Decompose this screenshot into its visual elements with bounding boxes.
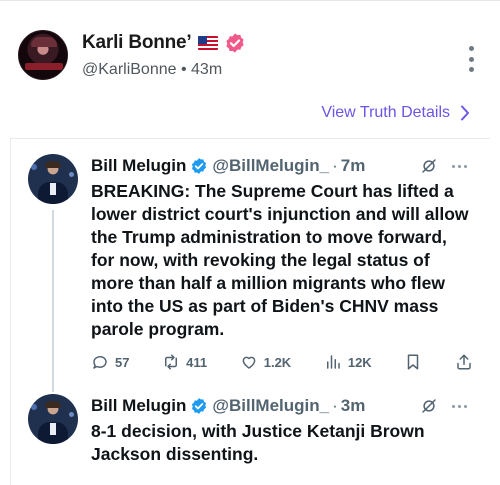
share-icon [457,354,471,370]
verified-badge-icon [190,397,208,415]
tweet-header: Bill Melugin @BillMelugin_ · 7m [91,154,473,178]
post-header: Karli Bonne’ @KarliBonne • 43m [18,28,488,88]
display-name-row: Karli Bonne’ [82,32,246,54]
verified-badge-icon [190,157,208,175]
top-divider [0,0,500,1]
bookmark-button[interactable] [404,353,422,371]
tweet-author-handle[interactable]: @BillMelugin_ [212,396,329,416]
meta-separator: • [180,61,187,78]
avatar-name-plate [25,63,63,70]
author-display-name[interactable]: Karli Bonne’ [82,32,192,54]
tweet-author-handle[interactable]: @BillMelugin_ [212,156,329,176]
repost-button[interactable]: 411 [162,353,207,371]
view-truth-details-link[interactable]: View Truth Details [321,104,470,122]
more-horizontal-icon[interactable] [452,404,467,408]
chevron-right-icon [461,105,469,121]
tweet-author-avatar[interactable] [28,394,78,444]
tweet-meta-separator: · [332,396,338,415]
views-count: 12K [347,354,372,370]
tweet-author-avatar[interactable] [28,154,78,204]
tweet-text: BREAKING: The Supreme Court has lifted a… [91,181,469,339]
more-vertical-icon[interactable] [466,46,476,72]
repost-count: 411 [186,354,208,370]
like-count: 1.2K [263,354,292,370]
author-meta: @KarliBonne • 43m [82,61,222,79]
share-button[interactable] [455,353,473,371]
verified-badge-icon [224,32,246,54]
like-button[interactable]: 1.2K [240,353,291,371]
views-button[interactable]: 12K [324,353,372,371]
tweet-text: 8-1 decision, with Justice Ketanji Brown… [91,421,425,464]
bookmark-icon [408,354,419,370]
views-icon [326,355,340,369]
tweet-header-actions [420,157,467,175]
tweet-author-name[interactable]: Bill Melugin [91,396,186,416]
tweet-author-name[interactable]: Bill Melugin [91,156,186,176]
repost-icon [165,354,178,370]
author-handle[interactable]: @KarliBonne [82,61,177,78]
reply-icon [93,355,107,369]
heart-icon [242,356,256,369]
tweet-meta-separator: · [332,156,338,175]
post-time[interactable]: 43m [191,61,222,78]
us-flag-icon [197,36,218,50]
view-truth-details-label: View Truth Details [321,104,450,121]
tweet-header-actions [420,397,467,415]
grok-icon[interactable] [420,157,438,175]
grok-icon[interactable] [420,397,438,415]
tweet-actions: 57 411 1.2K 12K [91,352,473,372]
thread-connector-line [52,210,54,392]
tweet-time[interactable]: 3m [341,396,366,416]
more-horizontal-icon[interactable] [452,164,467,168]
avatar-hat-shape [31,37,57,47]
reply-button[interactable]: 57 [91,353,129,371]
tweet-header: Bill Melugin @BillMelugin_ · 3m [91,394,473,418]
author-avatar[interactable] [18,30,68,80]
tweet-time[interactable]: 7m [341,156,366,176]
reply-count: 57 [115,354,130,370]
